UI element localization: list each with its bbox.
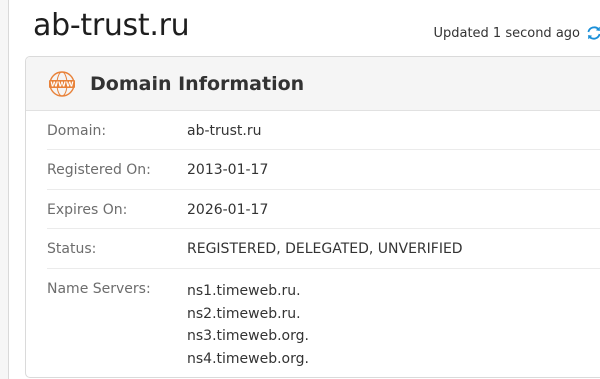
domain-info-panel: WWW Domain Information Domain: ab-trust.… [25,56,600,378]
refresh-icon[interactable] [586,25,600,41]
name-server: ns4.timeweb.org. [187,350,309,367]
domain-row: Domain: ab-trust.ru [47,111,600,150]
domain-value: ab-trust.ru [187,123,262,139]
name-servers-list: ns1.timeweb.ru. ns2.timeweb.ru. ns3.time… [187,280,309,377]
name-servers-row: Name Servers: ns1.timeweb.ru. ns2.timewe… [47,269,600,377]
status-row: Status: REGISTERED, DELEGATED, UNVERIFIE… [47,229,600,269]
expires-row: Expires On: 2026-01-17 [47,190,600,229]
page: ab-trust.ru Updated 1 second ago WWW Dom… [8,0,600,379]
svg-text:WWW: WWW [50,80,73,88]
www-icon: WWW [47,70,77,97]
registered-row: Registered On: 2013-01-17 [47,150,600,190]
domain-info-table: Domain: ab-trust.ru Registered On: 2013-… [26,111,600,377]
expires-value: 2026-01-17 [187,202,269,218]
updated-text: Updated 1 second ago [433,25,580,41]
domain-label: Domain: [47,123,107,139]
panel-header: WWW Domain Information [26,57,600,111]
name-server: ns1.timeweb.ru. [187,283,301,299]
status-label: Status: [47,241,97,257]
panel-title: Domain Information [90,72,305,95]
name-server: ns2.timeweb.ru. [187,305,301,322]
registered-label: Registered On: [47,162,151,178]
status-value: REGISTERED, DELEGATED, UNVERIFIED [187,241,463,257]
registered-value: 2013-01-17 [187,162,269,178]
expires-label: Expires On: [47,202,128,218]
name-server: ns3.timeweb.org. [187,328,309,344]
site-title: ab-trust.ru [33,8,190,43]
update-status: Updated 1 second ago [433,25,600,41]
name-servers-label: Name Servers: [47,281,151,297]
